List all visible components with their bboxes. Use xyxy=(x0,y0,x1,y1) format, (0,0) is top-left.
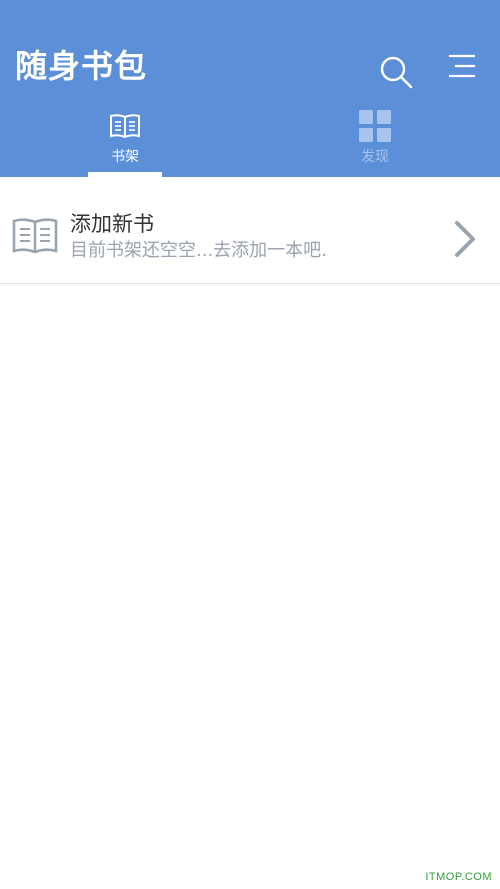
tab-discover-label: 发现 xyxy=(361,149,389,165)
menu-icon xyxy=(449,54,475,78)
item-subtitle: 目前书架还空空...去添加一本吧. xyxy=(70,240,327,261)
tab-discover[interactable]: 发现 xyxy=(335,104,415,177)
tab-bookshelf[interactable]: 书架 xyxy=(85,104,165,177)
open-book-icon xyxy=(108,110,142,142)
item-title: 添加新书 xyxy=(70,212,154,236)
tab-bar: 书架 发现 xyxy=(0,104,500,177)
menu-button[interactable] xyxy=(440,44,484,88)
open-book-icon xyxy=(12,218,58,254)
bookshelf-list: 添加新书 目前书架还空空...去添加一本吧. xyxy=(0,177,500,284)
add-new-book-item[interactable]: 添加新书 目前书架还空空...去添加一本吧. xyxy=(0,177,500,284)
search-icon xyxy=(380,56,413,89)
grid-icon xyxy=(358,110,392,142)
app-title: 随身书包 xyxy=(15,47,148,85)
app-header: 随身书包 书架 发现 xyxy=(0,0,500,177)
app-root: 随身书包 书架 发现 添加新书 目前书架还空空...去添加一本吧. ITMOP.… xyxy=(0,0,500,889)
search-button[interactable] xyxy=(374,50,418,94)
watermark: ITMOP.COM xyxy=(425,871,492,883)
tab-bookshelf-label: 书架 xyxy=(111,149,139,165)
chevron-right-icon xyxy=(455,221,475,257)
